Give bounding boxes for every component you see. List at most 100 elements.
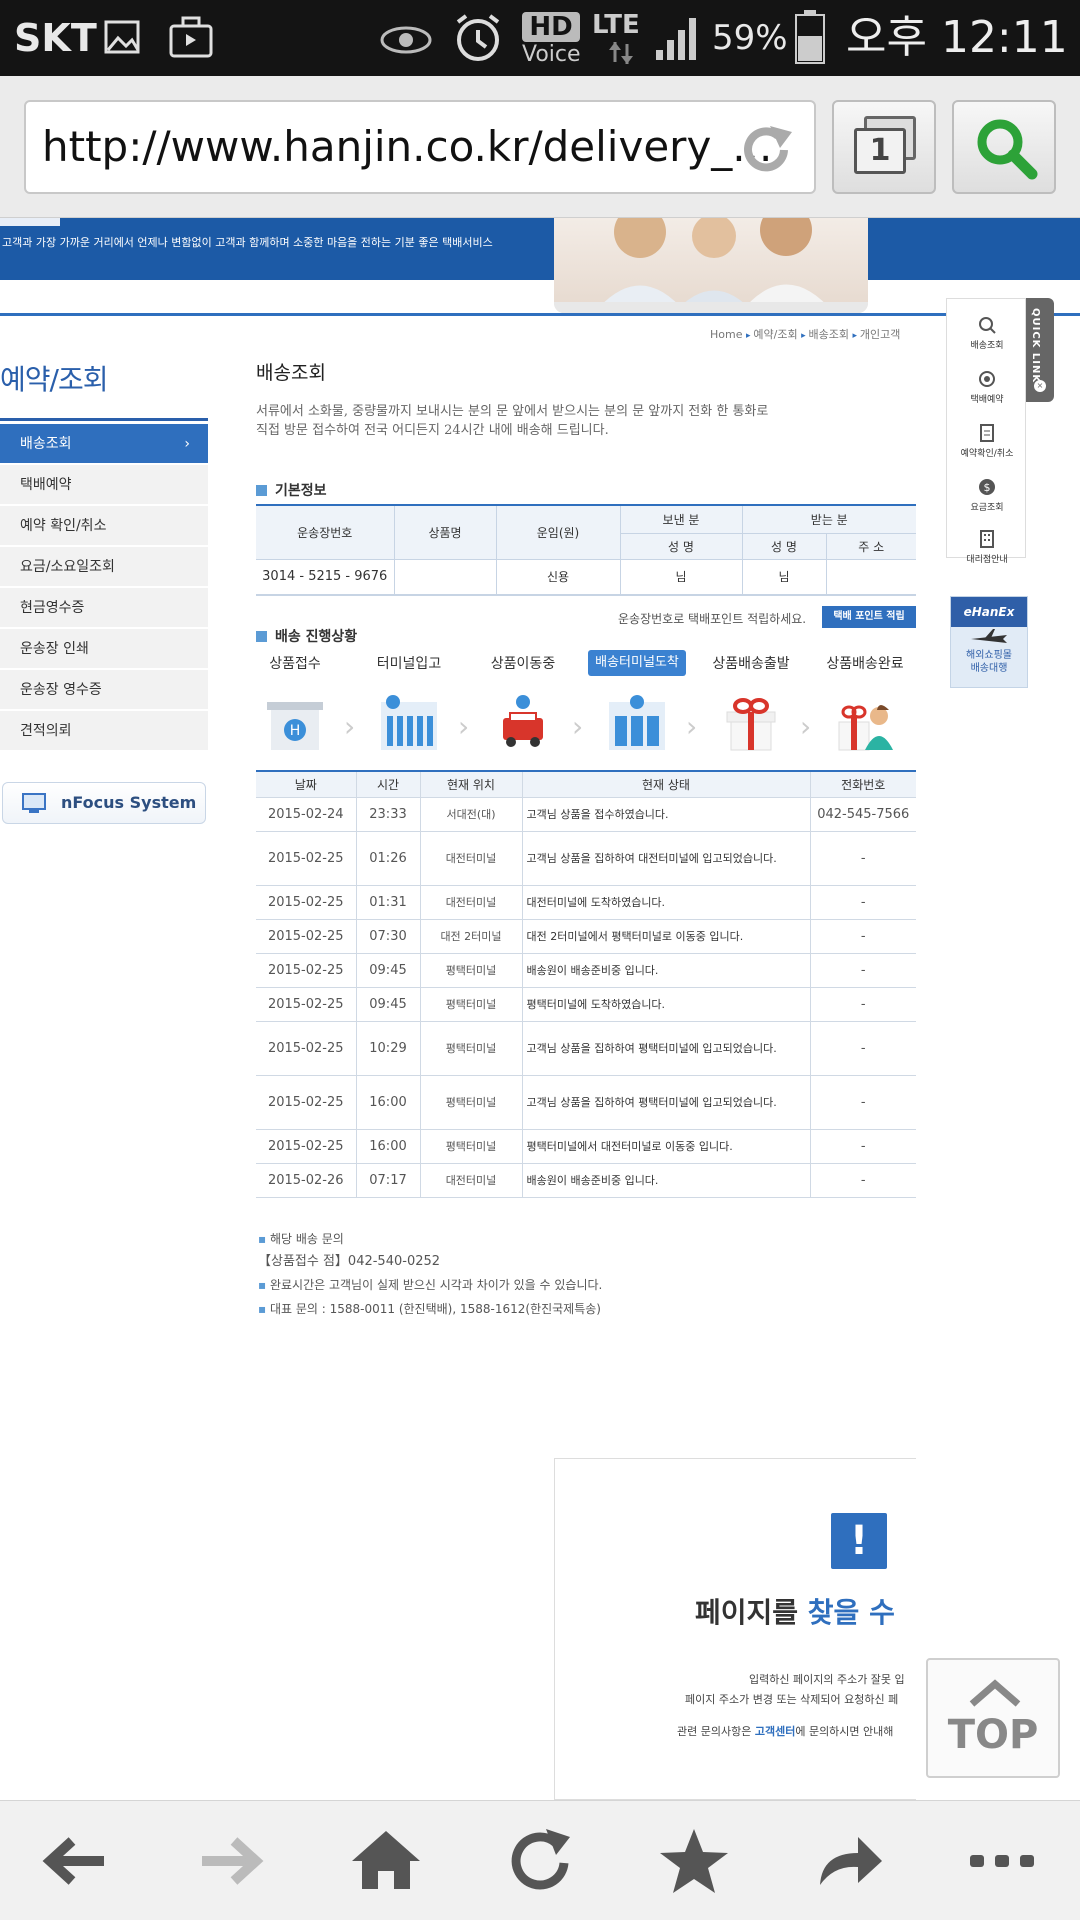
hanex-line-1: 해외쇼핑몰 [966, 650, 1012, 661]
breadcrumb-level2[interactable]: 배송조회 [808, 328, 848, 341]
home-icon[interactable] [346, 1821, 426, 1901]
nfocus-button[interactable]: nFocus System [2, 782, 206, 824]
header-receiver: 받는 분 [742, 505, 916, 534]
forward-icon[interactable] [190, 1821, 270, 1901]
note-contact: ▪ 대표 문의 : 1588-0011 (한진택배), 1588-1612(한진… [258, 1302, 601, 1316]
step-delivered: 상품배송완료 [810, 650, 920, 752]
quick-link-label: 예약확인/취소 [960, 449, 1014, 459]
tabs-button[interactable]: 1 [832, 100, 936, 194]
step-label: 상품접수 [269, 656, 321, 672]
tracking-phone: - [860, 1094, 866, 1110]
step-label: 상품이동중 [490, 656, 556, 672]
quick-link-reservation-check[interactable]: 예약확인/취소 [947, 423, 1027, 459]
point-button[interactable]: 택배 포인트 적립 [822, 606, 916, 628]
customer-center-link[interactable]: 고객센터 [755, 1725, 795, 1738]
hanex-banner[interactable]: eHanEx 해외쇼핑몰 배송대행 [950, 596, 1028, 688]
tracking-location: 대전터미널 [420, 1163, 523, 1197]
chevron-right-icon: › [686, 710, 698, 743]
hero-banner: 고객과 가장 가까운 거리에서 언제나 변함없이 고객과 함께하며 소중한 마음… [0, 218, 1080, 313]
svg-text:$: $ [984, 481, 991, 494]
tracking-location: 평택터미널 [420, 1075, 523, 1129]
tracking-date: 2015-02-25 [256, 1129, 357, 1163]
sidebar-item-fare[interactable]: 요금/소요일조회 [0, 547, 208, 587]
scroll-top-button[interactable]: TOP [926, 1658, 1060, 1778]
nfocus-label: nFocus System [61, 793, 197, 812]
quick-link-label: 택배예약 [970, 395, 1004, 405]
sidebar-item-estimate[interactable]: 견적의뢰 [0, 711, 208, 751]
tracking-status: 대전 2터미널에서 평택터미널로 이동중 입니다. [522, 919, 811, 953]
sidebar-title: 예약/조회 [0, 363, 108, 396]
sidebar-item-label: 요금/소요일조회 [20, 559, 115, 575]
sidebar-item-cash-receipt[interactable]: 현금영수증 [0, 588, 208, 628]
quick-link-reservation[interactable]: 택배예약 [947, 369, 1027, 405]
tracking-time: 09:45 [356, 953, 421, 987]
breadcrumb-home[interactable]: Home [710, 328, 742, 341]
reload-icon[interactable] [734, 118, 798, 186]
share-icon[interactable] [808, 1821, 888, 1901]
tracking-time: 09:45 [356, 987, 421, 1021]
table-row: 2015-02-25 09:45 평택터미널 배송원이 배송준비중 입니다. - [256, 953, 916, 987]
data-arrows-icon [606, 40, 636, 70]
truck-icon [493, 692, 553, 752]
tracking-date: 2015-02-25 [256, 885, 357, 919]
header-fare: 운임(원) [496, 505, 621, 560]
breadcrumb: Home ▸ 예약/조회 ▸ 배송조회 ▸ 개인고객 [710, 328, 901, 341]
step-label: 상품배송출발 [712, 656, 790, 672]
hanex-line-2: 배송대행 [970, 663, 1008, 674]
tracking-date: 2015-02-25 [256, 919, 357, 953]
tracking-time: 07:30 [356, 919, 421, 953]
eye-icon [380, 0, 432, 76]
search-button[interactable] [952, 100, 1056, 194]
svg-text:H: H [290, 723, 301, 739]
search-icon [979, 317, 996, 334]
quick-link-fare[interactable]: $ 요금조회 [947, 477, 1027, 513]
tracking-phone: - [860, 962, 866, 978]
alarm-icon [452, 0, 504, 76]
product-name [394, 559, 497, 595]
more-icon[interactable] [962, 1821, 1042, 1901]
table-row: 2015-02-25 07:30 대전 2터미널 대전 2터미널에서 평택터미널로 이… [256, 919, 916, 953]
quick-link-box: 배송조회 택배예약 예약확인/취소 $ 요금조회 대리점안내 [946, 298, 1027, 565]
basic-info-heading-text: 기본정보 [275, 483, 327, 499]
back-icon[interactable] [36, 1821, 116, 1901]
chevron-up-icon [968, 1678, 1022, 1712]
close-icon: × [1034, 380, 1046, 392]
document-icon [980, 424, 994, 442]
monitor-icon [21, 793, 47, 819]
tracking-status: 고객님 상품을 집하하여 대전터미널에 입고되었습니다. [522, 831, 811, 885]
quick-link-tab[interactable]: QUICK LINK × [1026, 298, 1054, 402]
tracking-status: 고객님 상품을 집하하여 평택터미널에 입고되었습니다. [522, 1021, 811, 1075]
family-photo [554, 218, 868, 313]
sidebar-item-waybill-receipt[interactable]: 운송장 영수증 [0, 670, 208, 710]
note-contact-text: 대표 문의 : 1588-0011 (한진택배), 1588-1612(한진국제… [269, 1302, 601, 1316]
sidebar-item-label: 예약 확인/취소 [20, 518, 107, 534]
header-receiver-name: 성 명 [742, 533, 827, 560]
tracking-time: 16:00 [356, 1075, 421, 1129]
terminal-icon [607, 692, 667, 752]
tracking-phone: - [860, 1138, 866, 1154]
tracking-time: 23:33 [356, 797, 421, 831]
sidebar-item-tracking[interactable]: 배송조회 › [0, 424, 208, 464]
signal-icon [652, 0, 704, 76]
breadcrumb-level3[interactable]: 개인고객 [860, 328, 900, 341]
sidebar-item-waybill-print[interactable]: 운송장 인쇄 [0, 629, 208, 669]
sidebar-item-reservation-check[interactable]: 예약 확인/취소 [0, 506, 208, 546]
receiver-address [826, 559, 916, 595]
quick-link-agency[interactable]: 대리점안내 [947, 529, 1027, 565]
star-icon[interactable] [654, 1821, 734, 1901]
banner-tagline: 고객과 가장 가까운 거리에서 언제나 변함없이 고객과 함께하며 소중한 마음… [2, 236, 493, 249]
tracking-date: 2015-02-26 [256, 1163, 357, 1197]
chevron-right-icon: › [344, 710, 356, 743]
sidebar-item-reservation[interactable]: 택배예약 [0, 465, 208, 505]
refresh-icon[interactable] [500, 1821, 580, 1901]
progress-heading: 배송 진행상황 [256, 626, 357, 646]
error-line-3-suffix: 에 문의하시면 안내해 [795, 1725, 894, 1738]
fare-value: 신용 [496, 559, 621, 595]
breadcrumb-level1[interactable]: 예약/조회 [753, 328, 797, 341]
url-input[interactable]: http://www.hanjin.co.kr/delivery_... [24, 100, 816, 194]
description-line-2: 직접 방문 접수하여 전국 어디든지 24시간 내에 배송해 드립니다. [256, 423, 609, 438]
note-time-text: 완료시간은 고객님이 실제 받으신 시각과 차이가 있을 수 있습니다. [269, 1278, 603, 1292]
chevron-right-icon: › [458, 710, 470, 743]
building-icon [980, 530, 994, 548]
quick-link-tracking[interactable]: 배송조회 [947, 315, 1027, 351]
